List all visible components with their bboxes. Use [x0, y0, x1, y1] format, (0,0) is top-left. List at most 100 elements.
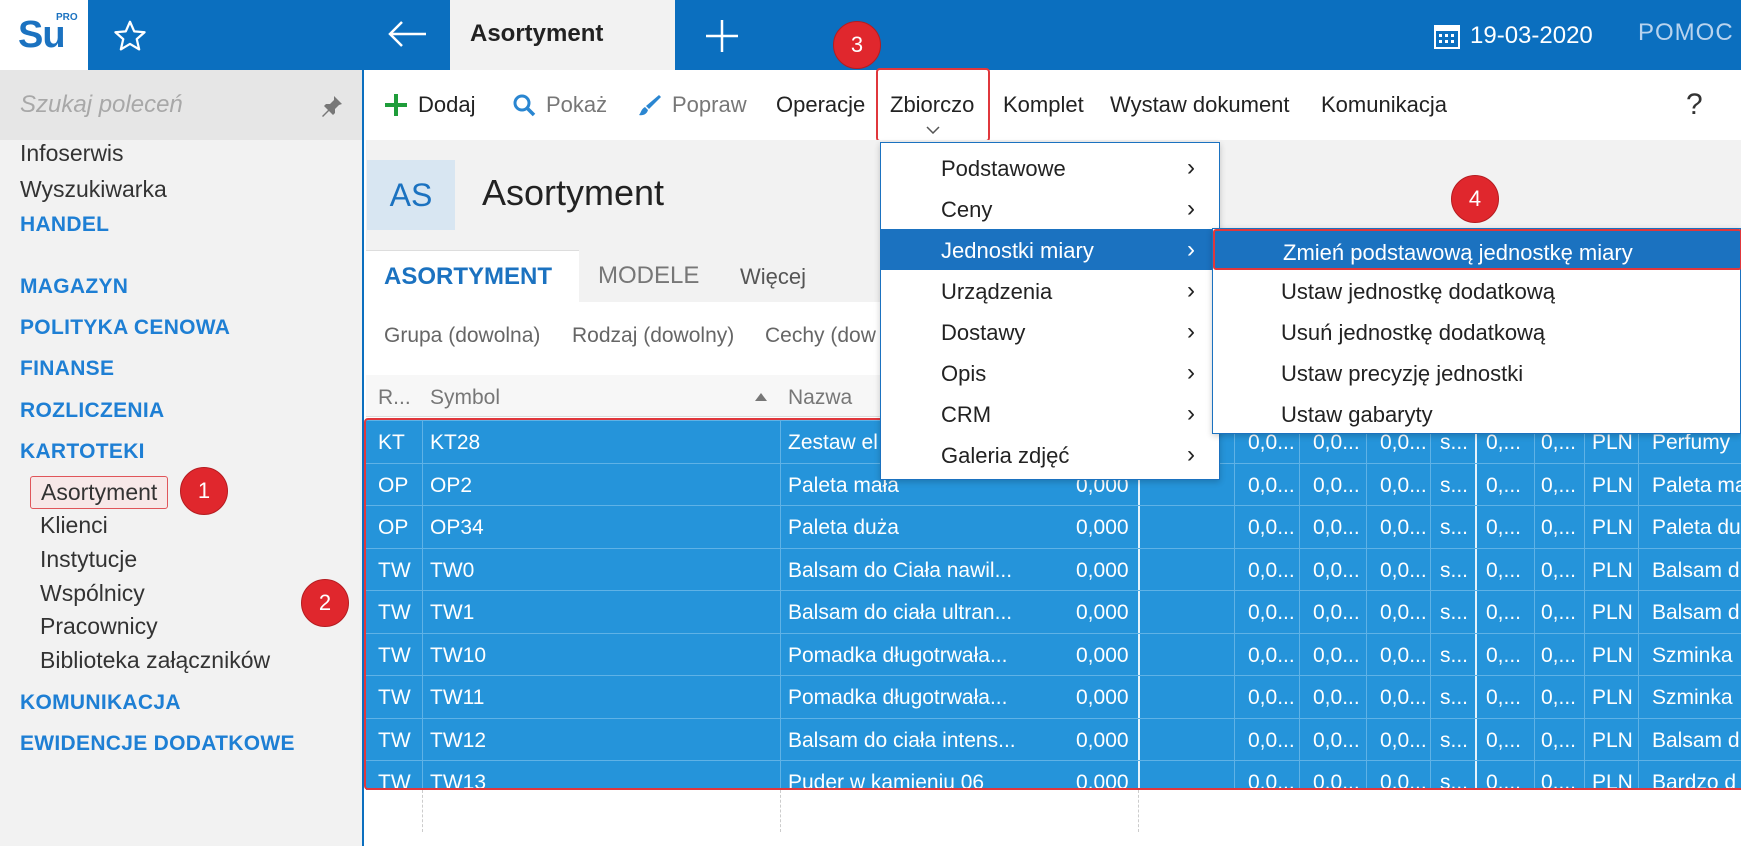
submenu-item-label: Ustaw gabaryty: [1281, 402, 1433, 427]
menu-item-dostawy[interactable]: Dostawy ›: [881, 311, 1219, 352]
menu-item-label: Ceny: [941, 197, 993, 222]
set-button[interactable]: Komplet: [1003, 92, 1084, 118]
chevron-right-icon: ›: [1187, 277, 1195, 304]
command-search: [0, 70, 362, 140]
menu-item-label: Urządzenia: [941, 279, 1053, 304]
menu-item-label: Dostawy: [941, 320, 1026, 345]
add-button[interactable]: Dodaj: [384, 92, 475, 118]
logo-pro-label: PRO: [56, 12, 78, 23]
brush-icon: [639, 95, 661, 116]
menu-item-jednostki-miary[interactable]: Jednostki miary ›: [881, 229, 1219, 270]
submenu-item-set-dimensions[interactable]: Ustaw gabaryty: [1213, 393, 1741, 434]
tab-more[interactable]: Więcej: [740, 264, 806, 290]
edit-button-label: Popraw: [672, 92, 747, 117]
submenu-item-label: Ustaw precyzję jednostki: [1281, 361, 1524, 386]
sidebar-section-rozliczenia[interactable]: ROZLICZENIA: [20, 399, 164, 423]
sidebar-item-infoserwis[interactable]: Infoserwis: [20, 140, 124, 167]
step-badge-3: 3: [833, 21, 881, 69]
column-header-type[interactable]: R...: [378, 386, 411, 410]
menu-item-opis[interactable]: Opis ›: [881, 352, 1219, 393]
calendar-icon: [1434, 25, 1460, 49]
menu-item-crm[interactable]: CRM ›: [881, 393, 1219, 434]
tab-modele[interactable]: MODELE: [598, 262, 699, 290]
pin-icon[interactable]: [320, 94, 344, 118]
tab-asortyment-label: Asortyment: [470, 20, 604, 47]
show-button-label: Pokaż: [546, 92, 608, 117]
issue-document-button[interactable]: Wystaw dokument: [1110, 92, 1290, 118]
date-text: 19-03-2020: [1470, 22, 1593, 49]
filter-type[interactable]: Rodzaj (dowolny): [572, 324, 734, 348]
sidebar-section-polityka-cenowa[interactable]: POLITYKA CENOWA: [20, 316, 230, 340]
submenu-item-set-unit-precision[interactable]: Ustaw precyzję jednostki: [1213, 352, 1741, 393]
communication-button[interactable]: Komunikacja: [1321, 92, 1447, 118]
help-link[interactable]: POMOC: [1638, 19, 1734, 47]
back-arrow-icon[interactable]: [386, 18, 428, 50]
date-display[interactable]: 19-03-2020: [1434, 18, 1593, 54]
column-header-name[interactable]: Nazwa: [788, 386, 852, 410]
show-button[interactable]: Pokaż: [512, 92, 607, 118]
edit-button[interactable]: Popraw: [638, 92, 747, 118]
tab-asortyment[interactable]: Asortyment: [450, 0, 675, 70]
sidebar-item-wspolnicy[interactable]: Wspólnicy: [40, 580, 145, 607]
chevron-right-icon: ›: [1187, 154, 1195, 181]
chevron-right-icon: ›: [1187, 236, 1195, 263]
chevron-right-icon: ›: [1187, 318, 1195, 345]
sidebar-section-handel[interactable]: HANDEL: [20, 213, 109, 237]
favorites-star-icon[interactable]: [112, 18, 148, 54]
submenu-item-change-base-unit[interactable]: Zmień podstawową jednostkę miary: [1213, 229, 1741, 270]
menu-item-urzadzenia[interactable]: Urządzenia ›: [881, 270, 1219, 311]
step-badge-2: 2: [301, 579, 349, 627]
menu-item-label: Jednostki miary: [941, 238, 1094, 263]
app-logo[interactable]: Su PRO: [0, 0, 88, 70]
units-submenu: Zmień podstawową jednostkę miary Ustaw j…: [1212, 228, 1741, 434]
menu-item-podstawowe[interactable]: Podstawowe ›: [881, 147, 1219, 188]
menu-item-label: Podstawowe: [941, 156, 1066, 181]
sidebar-item-biblioteka[interactable]: Biblioteka załączników: [40, 647, 270, 674]
sort-ascending-icon: [755, 393, 767, 401]
operations-button[interactable]: Operacje: [776, 92, 865, 118]
plus-icon: [385, 94, 407, 116]
add-button-label: Dodaj: [418, 92, 476, 117]
submenu-item-label: Zmień podstawową jednostkę miary: [1283, 240, 1633, 265]
chevron-right-icon: ›: [1187, 195, 1195, 222]
filter-group[interactable]: Grupa (dowolna): [384, 324, 540, 348]
sidebar-item-pracownicy[interactable]: Pracownicy: [40, 613, 158, 640]
chevron-down-icon: [926, 126, 940, 134]
chevron-right-icon: ›: [1187, 359, 1195, 386]
tab-asortyment-list-label: ASORTYMENT: [384, 263, 552, 290]
menu-item-label: CRM: [941, 402, 992, 427]
filter-features[interactable]: Cechy (dow: [765, 324, 876, 348]
sidebar-section-magazyn[interactable]: MAGAZYN: [20, 275, 128, 299]
command-search-input[interactable]: [20, 86, 310, 124]
step-badge-4: 4: [1451, 175, 1499, 223]
menu-item-label: Opis: [941, 361, 987, 386]
sidebar-item-asortyment[interactable]: Asortyment: [30, 476, 169, 509]
column-divider: [780, 790, 781, 832]
help-question-button[interactable]: ?: [1686, 88, 1703, 122]
chevron-right-icon: ›: [1187, 441, 1195, 468]
column-divider: [422, 790, 423, 832]
search-icon: [513, 94, 536, 117]
toolbar: Dodaj Pokaż Popraw Operacje Zbiorczo Kom…: [366, 70, 1741, 140]
column-header-symbol[interactable]: Symbol: [430, 386, 500, 410]
menu-item-label: Galeria zdjęć: [941, 443, 1070, 468]
menu-item-ceny[interactable]: Ceny ›: [881, 188, 1219, 229]
chevron-right-icon: ›: [1187, 400, 1195, 427]
submenu-item-set-additional-unit[interactable]: Ustaw jednostkę dodatkową: [1213, 270, 1741, 311]
tab-asortyment-list[interactable]: ASORTYMENT: [366, 250, 579, 302]
submenu-item-remove-additional-unit[interactable]: Usuń jednostkę dodatkową: [1213, 311, 1741, 352]
sidebar-item-wyszukiwarka[interactable]: Wyszukiwarka: [20, 176, 167, 203]
bulk-dropdown-menu: Podstawowe › Ceny › Jednostki miary › Urząd…: [880, 142, 1220, 480]
submenu-item-label: Usuń jednostkę dodatkową: [1281, 320, 1546, 345]
sidebar-section-kartoteki[interactable]: KARTOTEKI: [20, 440, 145, 464]
sidebar-item-klienci[interactable]: Klienci: [40, 512, 108, 539]
sidebar-item-instytucje[interactable]: Instytucje: [40, 546, 137, 573]
sidebar-section-ewidencje[interactable]: EWIDENCJE DODATKOWE: [20, 732, 295, 756]
page-title: Asortyment: [482, 172, 665, 213]
sidebar-section-komunikacja[interactable]: KOMUNIKACJA: [20, 691, 181, 715]
grid-empty-area: [366, 790, 1741, 846]
sidebar-section-finanse[interactable]: FINANSE: [20, 357, 114, 381]
column-divider: [1138, 790, 1139, 832]
new-tab-plus-icon[interactable]: [704, 18, 740, 54]
menu-item-galeria-zdjec[interactable]: Galeria zdjęć ›: [881, 434, 1219, 475]
